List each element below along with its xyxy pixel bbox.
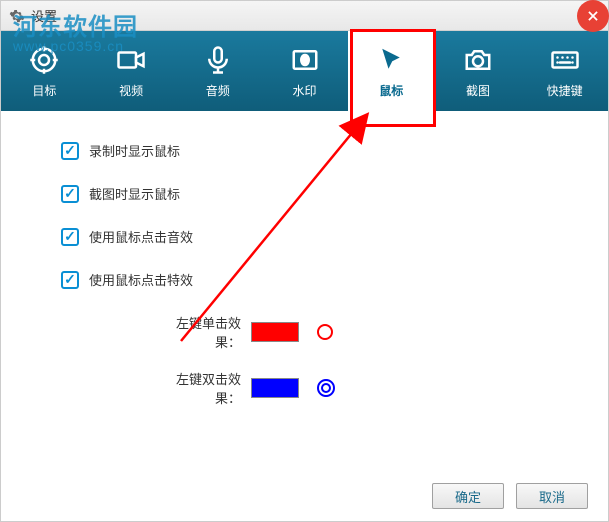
checkbox-label: 截图时显示鼠标 bbox=[89, 184, 180, 203]
cursor-icon bbox=[375, 44, 407, 76]
tab-hotkey[interactable]: 快捷键 bbox=[521, 31, 608, 111]
tab-label: 音频 bbox=[206, 82, 230, 99]
option-show-mouse-recording: 录制时显示鼠标 bbox=[61, 141, 568, 160]
tab-label: 鼠标 bbox=[379, 82, 403, 99]
option-click-sound: 使用鼠标点击音效 bbox=[61, 227, 568, 246]
camera-icon bbox=[462, 44, 494, 76]
titlebar: 设置 bbox=[1, 1, 608, 31]
option-click-effect: 使用鼠标点击特效 bbox=[61, 270, 568, 289]
tab-target[interactable]: 目标 bbox=[1, 31, 88, 111]
checkbox[interactable] bbox=[61, 142, 79, 160]
ok-button[interactable]: 确定 bbox=[432, 483, 504, 509]
double-click-preview bbox=[317, 379, 335, 397]
option-show-mouse-screenshot: 截图时显示鼠标 bbox=[61, 184, 568, 203]
checkbox-label: 录制时显示鼠标 bbox=[89, 141, 180, 160]
color-label: 左键双击效果： bbox=[151, 369, 241, 407]
tab-label: 水印 bbox=[293, 82, 317, 99]
checkbox[interactable] bbox=[61, 271, 79, 289]
double-click-effect-row: 左键双击效果： bbox=[151, 369, 568, 407]
checkbox[interactable] bbox=[61, 185, 79, 203]
close-icon bbox=[586, 9, 600, 23]
tab-watermark[interactable]: 水印 bbox=[261, 31, 348, 111]
close-button[interactable] bbox=[577, 0, 609, 32]
window-title: 设置 bbox=[31, 6, 57, 25]
gear-icon bbox=[9, 8, 25, 24]
tab-label: 视频 bbox=[119, 82, 143, 99]
tabbar: 目标 视频 音频 水印 鼠标 截图 快捷键 bbox=[1, 31, 608, 111]
checkbox[interactable] bbox=[61, 228, 79, 246]
cancel-button[interactable]: 取消 bbox=[516, 483, 588, 509]
single-click-effect-row: 左键单击效果： bbox=[151, 313, 568, 351]
target-icon bbox=[28, 44, 60, 76]
double-click-color-swatch[interactable] bbox=[251, 378, 299, 398]
content-panel: 录制时显示鼠标 截图时显示鼠标 使用鼠标点击音效 使用鼠标点击特效 左键单击效果… bbox=[1, 111, 608, 471]
single-click-preview bbox=[317, 324, 333, 340]
video-icon bbox=[115, 44, 147, 76]
tab-screenshot[interactable]: 截图 bbox=[435, 31, 522, 111]
checkbox-label: 使用鼠标点击音效 bbox=[89, 227, 193, 246]
watermark-icon bbox=[289, 44, 321, 76]
tab-video[interactable]: 视频 bbox=[88, 31, 175, 111]
checkbox-label: 使用鼠标点击特效 bbox=[89, 270, 193, 289]
microphone-icon bbox=[202, 44, 234, 76]
keyboard-icon bbox=[549, 44, 581, 76]
color-label: 左键单击效果： bbox=[151, 313, 241, 351]
tab-label: 截图 bbox=[466, 82, 490, 99]
single-click-color-swatch[interactable] bbox=[251, 322, 299, 342]
tab-label: 目标 bbox=[32, 82, 56, 99]
footer: 确定 取消 bbox=[432, 483, 588, 509]
tab-label: 快捷键 bbox=[547, 82, 583, 99]
tab-mouse[interactable]: 鼠标 bbox=[348, 31, 435, 111]
tab-audio[interactable]: 音频 bbox=[174, 31, 261, 111]
